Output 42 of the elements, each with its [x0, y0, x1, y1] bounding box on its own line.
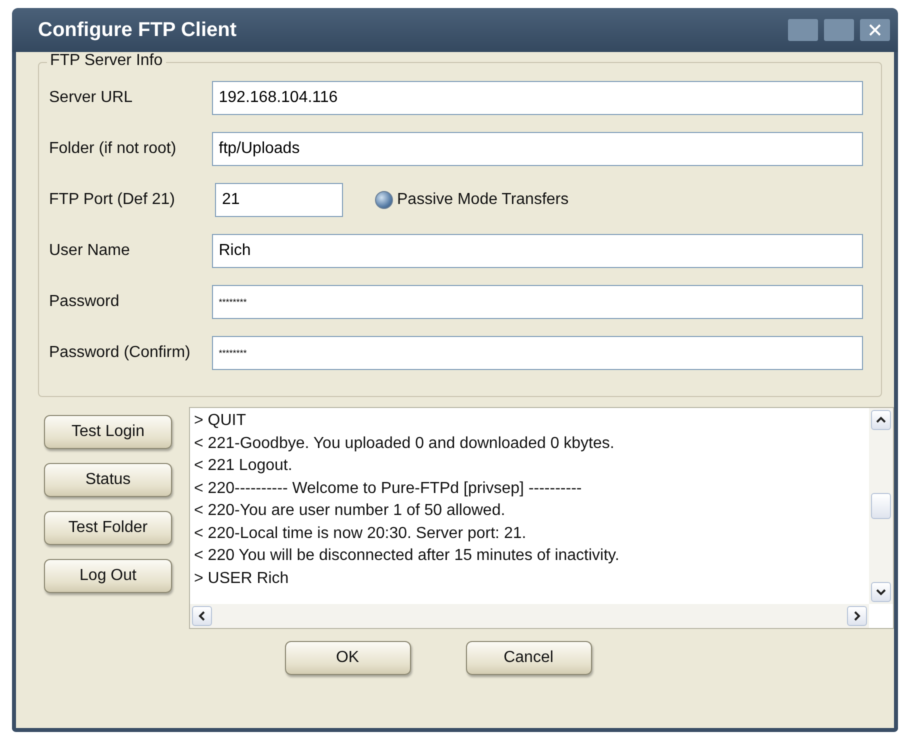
log-line: < 220---------- Welcome to Pure-FTPd [privsep] ---------- — [194, 478, 583, 498]
radio-button[interactable] — [375, 191, 393, 209]
scroll-left-button[interactable] — [192, 606, 212, 626]
action-button[interactable]: Test Login — [44, 415, 172, 449]
field-label: FTP Port (Def 21) — [49, 191, 176, 209]
action-button[interactable]: Status — [44, 463, 172, 497]
log-line: < 220-Local time is now 20:30. Server port: 21. — [194, 524, 528, 544]
chevron-left-icon — [197, 611, 207, 621]
chevron-right-icon — [852, 611, 862, 621]
close-icon — [868, 23, 882, 37]
input-field[interactable]: Rich — [212, 234, 863, 268]
password-field[interactable]: ******** — [212, 336, 863, 370]
input-field[interactable]: 21 — [215, 183, 343, 217]
field-label: Server URL — [49, 89, 134, 107]
input-field[interactable]: 192.168.104.116 — [212, 81, 863, 115]
input-field[interactable]: ftp/Uploads — [212, 132, 863, 166]
log-line: < 221-Goodbye. You uploaded 0 and downloaded 0 kbytes. — [194, 434, 616, 454]
horizontal-scrollbar[interactable] — [190, 604, 869, 628]
scroll-right-button[interactable] — [847, 606, 867, 626]
ok-button[interactable]: OK — [284, 641, 410, 675]
chevron-down-icon — [876, 587, 886, 597]
field-label: Password (Confirm) — [49, 344, 192, 362]
log-line: < 221 Logout. — [194, 456, 294, 476]
action-button[interactable]: Log Out — [44, 559, 172, 593]
action-button[interactable]: Test Folder — [44, 511, 172, 545]
log-line: > QUIT — [194, 411, 248, 431]
scroll-down-button[interactable] — [871, 582, 891, 602]
radio-label: Passive Mode Transfers — [397, 191, 569, 209]
close-button[interactable] — [860, 19, 890, 41]
log-line: < 220-You are user number 1 of 50 allowed. — [194, 501, 506, 521]
window-title: Configure FTP Client — [38, 18, 238, 42]
scroll-up-button[interactable] — [871, 410, 891, 430]
field-label: Folder (if not root) — [49, 140, 178, 158]
chevron-up-icon — [876, 415, 886, 425]
cancel-button[interactable]: Cancel — [466, 641, 592, 675]
scroll-thumb[interactable] — [871, 493, 891, 519]
field-label: User Name — [49, 242, 131, 260]
password-field[interactable]: ******** — [212, 285, 863, 319]
field-label: Password — [49, 293, 120, 311]
vertical-scrollbar[interactable] — [869, 408, 893, 604]
log-line: > USER Rich — [194, 568, 290, 588]
log-line: < 220 You will be disconnected after 15 minutes of inactivity. — [194, 546, 620, 566]
